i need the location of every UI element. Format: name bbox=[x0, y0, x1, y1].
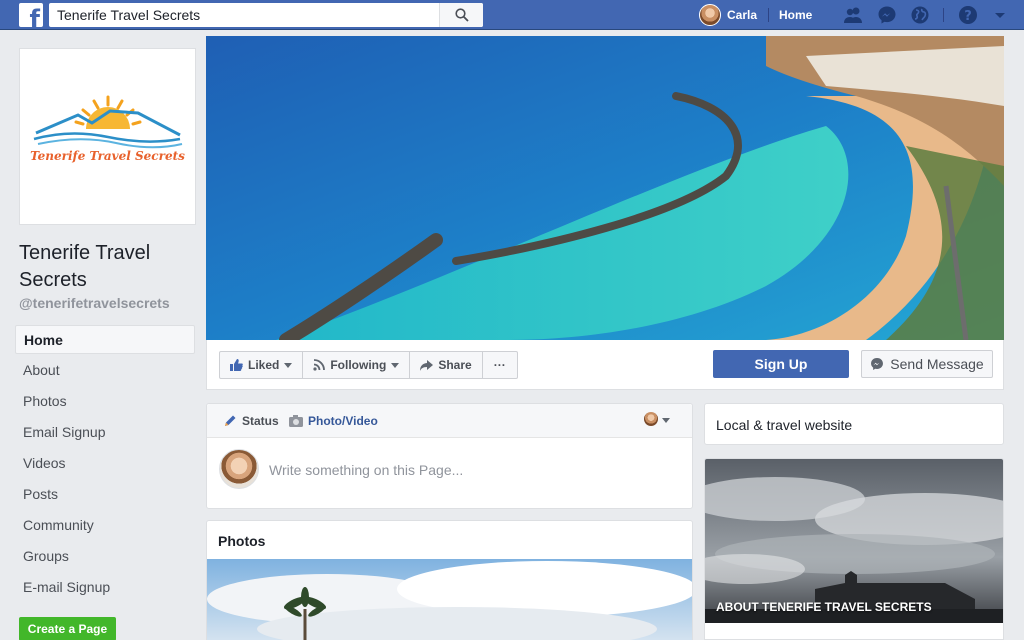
sidebar-item-groups[interactable]: Groups bbox=[15, 542, 195, 573]
page-category[interactable]: Local & travel website bbox=[716, 417, 852, 433]
page-username[interactable]: @tenerifetravelsecrets bbox=[19, 295, 170, 311]
tab-status-label: Status bbox=[242, 414, 279, 428]
chevron-down-icon[interactable] bbox=[662, 418, 670, 423]
page-profile-picture[interactable]: Tenerife Travel Secrets bbox=[19, 48, 196, 225]
home-link[interactable]: Home bbox=[779, 8, 812, 22]
tab-photo-video-label: Photo/Video bbox=[308, 414, 378, 428]
messenger-icon[interactable] bbox=[877, 5, 897, 25]
sidebar-item-community[interactable]: Community bbox=[15, 511, 195, 542]
notifications-globe-icon[interactable] bbox=[910, 5, 930, 25]
about-card[interactable]: ABOUT TENERIFE TRAVEL SECRETS bbox=[704, 458, 1004, 640]
tab-photo-video[interactable]: Photo/Video bbox=[289, 414, 378, 428]
search-input[interactable] bbox=[49, 3, 439, 27]
divider bbox=[943, 8, 944, 22]
account-menu-caret-icon[interactable] bbox=[990, 5, 1010, 25]
cover-photo[interactable] bbox=[206, 36, 1004, 340]
help-icon[interactable]: ? bbox=[958, 5, 978, 25]
post-composer: Status Photo/Video Write something on th… bbox=[206, 403, 693, 509]
about-image bbox=[705, 459, 1003, 623]
share-button[interactable]: Share bbox=[409, 351, 483, 379]
create-page-button[interactable]: Create a Page bbox=[19, 617, 116, 640]
chevron-down-icon bbox=[284, 362, 293, 368]
cloudy-sky-building-image bbox=[705, 459, 1003, 623]
camera-icon bbox=[289, 415, 303, 427]
beach-cover-image bbox=[206, 36, 1004, 340]
pencil-icon bbox=[225, 415, 236, 426]
share-arrow-icon bbox=[420, 359, 434, 371]
page-navigation: Home About Photos Email Signup Videos Po… bbox=[15, 325, 195, 604]
profile-link[interactable]: Carla bbox=[699, 3, 757, 27]
search-icon bbox=[455, 8, 469, 22]
svg-text:?: ? bbox=[964, 9, 972, 24]
sidebar-item-home[interactable]: Home bbox=[15, 325, 195, 354]
liked-label: Liked bbox=[248, 358, 280, 372]
photo-thumbnail[interactable] bbox=[207, 559, 692, 640]
chevron-down-icon bbox=[391, 362, 400, 368]
composer-tabs: Status Photo/Video bbox=[207, 404, 692, 438]
sun-mountains-logo-icon bbox=[33, 95, 183, 149]
photos-card-title[interactable]: Photos bbox=[218, 533, 265, 549]
logo-text: Tenerife Travel Secrets bbox=[30, 149, 185, 163]
search-box bbox=[49, 3, 483, 27]
tab-status[interactable]: Status bbox=[223, 414, 279, 428]
page-action-buttons: Liked Following Share ··· bbox=[219, 351, 518, 379]
send-message-label: Send Message bbox=[890, 356, 984, 372]
sidebar-item-e-mail-signup[interactable]: E-mail Signup bbox=[15, 573, 195, 604]
following-button[interactable]: Following bbox=[302, 351, 411, 379]
rss-feed-icon bbox=[313, 359, 326, 371]
photos-card: Photos bbox=[206, 520, 693, 640]
sidebar-item-posts[interactable]: Posts bbox=[15, 480, 195, 511]
facebook-logo-icon[interactable]: f bbox=[19, 3, 43, 27]
palm-tree-sky-image bbox=[207, 559, 692, 640]
page-title[interactable]: Tenerife Travel Secrets bbox=[19, 240, 199, 294]
composer-input[interactable]: Write something on this Page... bbox=[269, 462, 463, 478]
search-button[interactable] bbox=[439, 3, 483, 27]
share-label: Share bbox=[438, 358, 472, 372]
avatar bbox=[219, 449, 259, 489]
messenger-icon bbox=[871, 358, 884, 370]
page-action-bar: Liked Following Share ··· Sign Up Send M… bbox=[206, 340, 1004, 390]
thumbs-up-icon bbox=[230, 359, 243, 371]
following-label: Following bbox=[330, 358, 387, 372]
post-as-avatar[interactable] bbox=[644, 412, 658, 426]
avatar bbox=[699, 4, 721, 26]
facebook-logo-glyph: f bbox=[29, 5, 40, 27]
sidebar-item-videos[interactable]: Videos bbox=[15, 449, 195, 480]
sign-up-button[interactable]: Sign Up bbox=[713, 350, 849, 378]
page-category-card: Local & travel website bbox=[704, 403, 1004, 445]
friend-requests-icon[interactable] bbox=[843, 5, 863, 25]
more-options-button[interactable]: ··· bbox=[481, 351, 518, 379]
sidebar-item-about[interactable]: About bbox=[15, 356, 195, 387]
user-name: Carla bbox=[727, 8, 758, 22]
about-card-label[interactable]: ABOUT TENERIFE TRAVEL SECRETS bbox=[716, 600, 932, 614]
top-navigation-bar: f Carla Home ? bbox=[0, 0, 1024, 30]
send-message-button[interactable]: Send Message bbox=[861, 350, 993, 378]
divider bbox=[768, 8, 769, 22]
more-options-icon: ··· bbox=[493, 358, 506, 372]
sidebar-item-email-signup[interactable]: Email Signup bbox=[15, 418, 195, 449]
sidebar-item-photos[interactable]: Photos bbox=[15, 387, 195, 418]
liked-button[interactable]: Liked bbox=[219, 351, 304, 379]
